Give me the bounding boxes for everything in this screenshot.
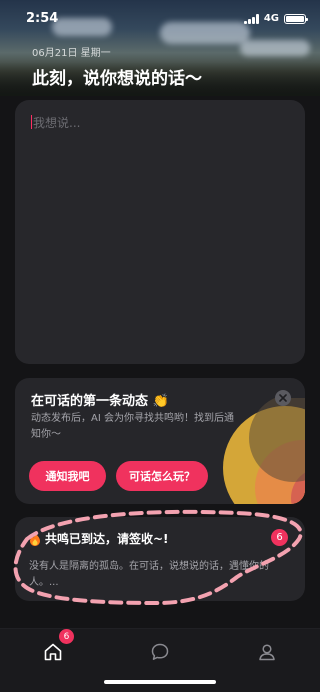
message-body: 没有人是隔离的孤岛。在可话，说想说的话，遇懂你的人。...	[29, 561, 269, 588]
message-count-badge: 6	[271, 529, 288, 546]
status-time: 2:54	[26, 11, 59, 26]
chat-icon	[151, 643, 169, 660]
compose-textarea[interactable]: 我想说...	[15, 100, 305, 364]
battery-icon	[284, 13, 308, 24]
home-notification-badge: 6	[59, 629, 74, 644]
home-icon	[44, 643, 62, 661]
signal-icon	[243, 13, 259, 24]
text-cursor	[31, 115, 32, 129]
network-type: 4G	[263, 13, 279, 24]
how-to-play-button[interactable]: 可话怎么玩？	[116, 461, 208, 491]
compose-placeholder: 我想说...	[33, 116, 81, 130]
message-title-row: 共鸣已到达，请签收~!	[29, 530, 169, 547]
message-title: 共鸣已到达，请签收~!	[45, 532, 169, 546]
promo-description: 动态发布后，AI 会为你寻找共鸣哟！找到后通知你～	[31, 413, 234, 440]
page-title: 此刻，说你想说的话～	[32, 69, 202, 89]
status-indicators: 4G	[243, 13, 308, 24]
cloud-decoration	[240, 40, 310, 56]
tab-profile[interactable]	[252, 637, 282, 667]
resonance-message-card[interactable]: 共鸣已到达，请签收~! 6 没有人是隔离的孤岛。在可话，说想说的话，遇懂你的人。…	[13, 509, 305, 606]
tab-chat[interactable]	[145, 637, 175, 667]
fire-icon	[30, 531, 40, 546]
profile-icon	[259, 644, 275, 661]
status-bar: 2:54 4G	[0, 0, 320, 38]
promo-title: 在可话的第一条动态 👏	[31, 394, 169, 409]
current-date: 06月21日 星期一	[32, 48, 111, 59]
home-indicator[interactable]	[104, 680, 216, 684]
first-post-card: 在可话的第一条动态 👏 动态发布后，AI 会为你寻找共鸣哟！找到后通知你～ 通知…	[15, 378, 305, 504]
notify-me-button[interactable]: 通知我吧	[29, 461, 106, 491]
close-icon[interactable]	[275, 390, 291, 406]
